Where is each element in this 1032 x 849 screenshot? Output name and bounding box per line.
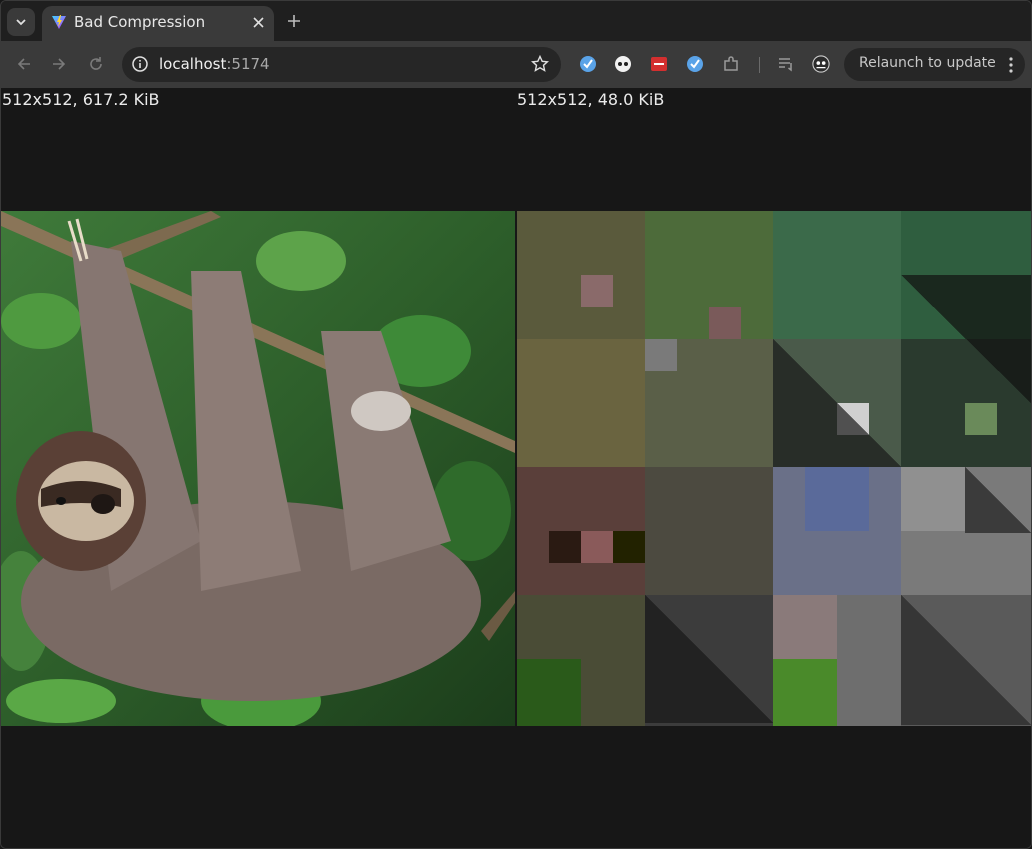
toolbar-separator bbox=[759, 57, 760, 73]
tab-strip: Bad Compression bbox=[1, 1, 1031, 41]
arrow-left-icon bbox=[17, 58, 30, 70]
tab-active[interactable]: Bad Compression bbox=[42, 6, 274, 41]
tab-title: Bad Compression bbox=[74, 13, 206, 31]
compressed-image-label: 512x512, 48.0 KiB bbox=[517, 90, 665, 109]
relaunch-label: Relaunch to update bbox=[859, 55, 996, 71]
eyes-extension-icon bbox=[615, 56, 631, 72]
tab-close-button[interactable] bbox=[251, 15, 265, 29]
bitwarden-extension-button-2[interactable] bbox=[686, 55, 704, 73]
bitwarden-icon bbox=[687, 56, 703, 72]
vite-favicon-icon bbox=[52, 15, 66, 29]
url-host: localhost bbox=[159, 55, 227, 73]
tab-search-button[interactable] bbox=[7, 8, 35, 36]
url-port: :5174 bbox=[226, 55, 270, 73]
bitwarden-extension-button[interactable] bbox=[579, 55, 597, 73]
url-text[interactable]: localhost:5174 bbox=[159, 55, 270, 73]
arrow-right-icon bbox=[53, 58, 66, 70]
profile-button[interactable] bbox=[812, 55, 830, 73]
compressed-image bbox=[517, 211, 1031, 726]
original-image bbox=[1, 211, 515, 726]
new-tab-button[interactable] bbox=[284, 11, 304, 31]
red-extension-button[interactable] bbox=[650, 55, 668, 73]
reload-icon bbox=[90, 57, 102, 70]
star-icon[interactable] bbox=[531, 55, 549, 73]
puzzle-icon bbox=[724, 56, 738, 71]
reading-list-button[interactable] bbox=[777, 55, 795, 73]
red-extension-icon bbox=[651, 57, 667, 71]
extensions-button[interactable] bbox=[722, 55, 740, 73]
toolbar: localhost:5174 Relaunch to update bbox=[1, 41, 1031, 88]
back-button[interactable] bbox=[14, 54, 34, 74]
profile-avatar-icon bbox=[812, 55, 830, 73]
chevron-down-icon bbox=[16, 19, 26, 26]
browser-window: Bad Compression localhost:5174 Relaunch … bbox=[0, 0, 1032, 849]
forward-button[interactable] bbox=[49, 54, 69, 74]
address-bar[interactable]: localhost:5174 bbox=[122, 47, 561, 82]
bitwarden-icon bbox=[580, 56, 596, 72]
eyes-extension-button[interactable] bbox=[614, 55, 632, 73]
original-image-label: 512x512, 617.2 KiB bbox=[2, 90, 160, 109]
relaunch-to-update-button[interactable]: Relaunch to update bbox=[844, 48, 1025, 81]
kebab-menu-icon[interactable] bbox=[1007, 56, 1015, 74]
reload-button[interactable] bbox=[86, 54, 106, 74]
info-icon[interactable] bbox=[131, 55, 149, 73]
page-content: 512x512, 617.2 KiB 512x512, 48.0 KiB bbox=[1, 88, 1031, 848]
reading-list-icon bbox=[779, 58, 792, 72]
close-icon bbox=[252, 16, 264, 28]
plus-icon bbox=[288, 15, 300, 27]
